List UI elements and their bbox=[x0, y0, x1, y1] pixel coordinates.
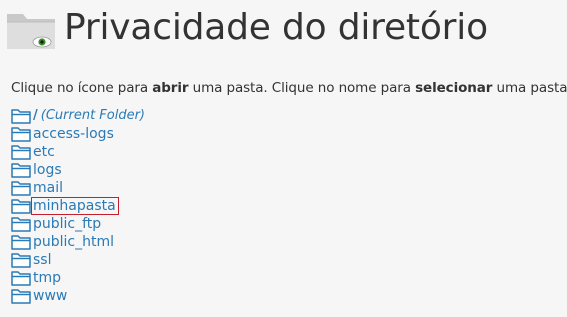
folder-link-etc[interactable]: etc bbox=[33, 144, 55, 160]
folder-item-ssl: ssl bbox=[11, 251, 145, 269]
page-title: Privacidade do diretório bbox=[64, 7, 488, 48]
folder-icon[interactable] bbox=[11, 270, 31, 286]
folder-link-public-ftp[interactable]: public_ftp bbox=[33, 216, 101, 232]
current-folder-label: (Current Folder) bbox=[40, 108, 146, 123]
folder-link-mail[interactable]: mail bbox=[33, 180, 63, 196]
folder-link-ssl[interactable]: ssl bbox=[33, 252, 51, 268]
folder-item-logs: logs bbox=[11, 161, 145, 179]
folder-icon[interactable] bbox=[11, 198, 31, 214]
instructions-bold-select: selecionar bbox=[415, 80, 493, 96]
folder-icon[interactable] bbox=[11, 144, 31, 160]
page-header: Privacidade do diretório bbox=[6, 4, 488, 52]
folder-icon[interactable] bbox=[11, 216, 31, 232]
current-folder-slash: / bbox=[33, 108, 38, 123]
folder-item-mail: mail bbox=[11, 179, 145, 197]
folder-link-access-logs[interactable]: access-logs bbox=[33, 126, 114, 142]
folder-icon[interactable] bbox=[11, 180, 31, 196]
folder-link-minhapasta-selected[interactable]: minhapasta bbox=[31, 197, 119, 215]
folder-icon[interactable] bbox=[11, 252, 31, 268]
folder-eye-icon bbox=[6, 10, 56, 50]
folder-icon[interactable] bbox=[11, 126, 31, 142]
folder-icon[interactable] bbox=[11, 108, 31, 124]
folder-item-public-html: public_html bbox=[11, 233, 145, 251]
folder-link-public-html[interactable]: public_html bbox=[33, 234, 114, 250]
instructions-part1: Clique no ícone para bbox=[11, 80, 153, 96]
instructions-part2: uma pasta. Clique no nome para bbox=[188, 80, 416, 96]
instructions-part3: uma pasta. bbox=[492, 80, 567, 96]
instructions-text: Clique no ícone para abrir uma pasta. Cl… bbox=[11, 80, 567, 96]
folder-link-current[interactable]: / (Current Folder) bbox=[33, 108, 145, 124]
folder-icon[interactable] bbox=[11, 288, 31, 304]
folder-item-minhapasta: minhapasta bbox=[11, 197, 145, 215]
folder-item-tmp: tmp bbox=[11, 269, 145, 287]
folder-tree: / (Current Folder) access-logs etc logs m… bbox=[11, 107, 145, 305]
folder-icon[interactable] bbox=[11, 162, 31, 178]
folder-link-logs[interactable]: logs bbox=[33, 162, 62, 178]
folder-link-tmp[interactable]: tmp bbox=[33, 270, 61, 286]
folder-link-www[interactable]: www bbox=[33, 288, 67, 304]
folder-item-public-ftp: public_ftp bbox=[11, 215, 145, 233]
folder-item-www: www bbox=[11, 287, 145, 305]
folder-item-etc: etc bbox=[11, 143, 145, 161]
instructions-bold-open: abrir bbox=[152, 80, 189, 96]
folder-icon[interactable] bbox=[11, 234, 31, 250]
folder-item-current: / (Current Folder) bbox=[11, 107, 145, 125]
folder-item-access-logs: access-logs bbox=[11, 125, 145, 143]
